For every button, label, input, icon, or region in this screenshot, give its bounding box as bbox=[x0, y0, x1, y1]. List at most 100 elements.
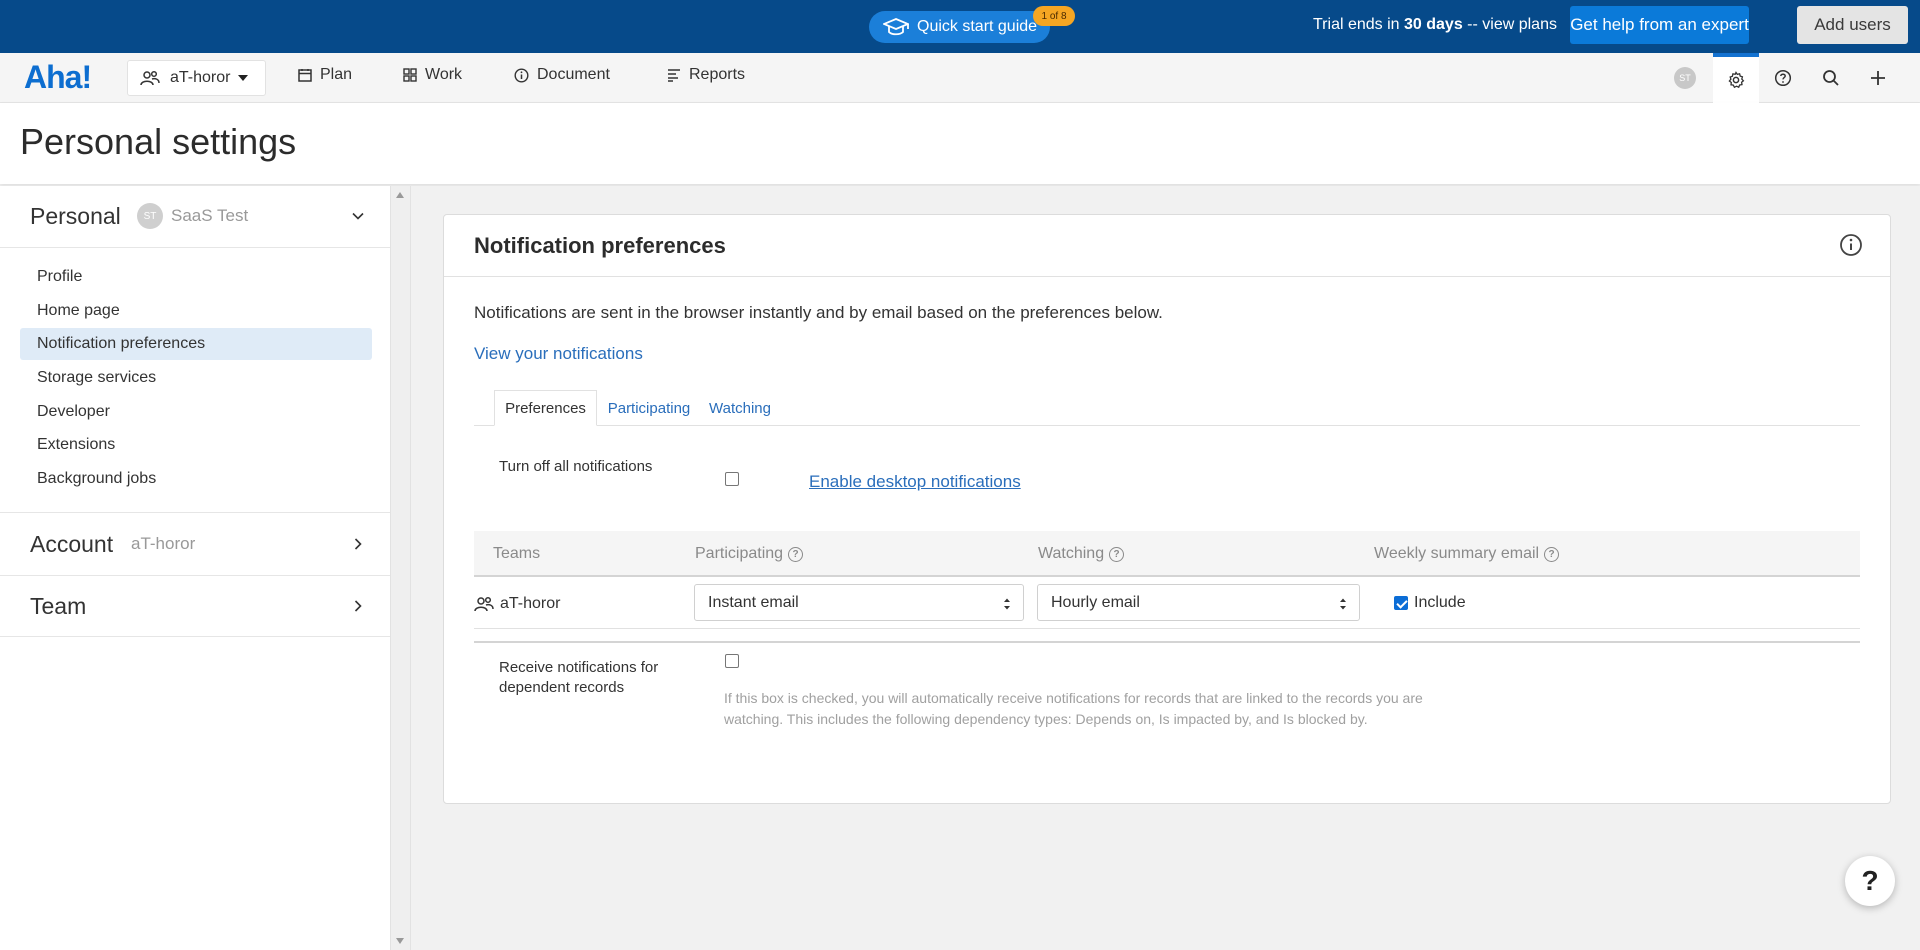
chevron-down-icon bbox=[238, 75, 249, 81]
nav-reports[interactable]: Reports bbox=[667, 66, 745, 84]
scroll-up-arrow-icon[interactable] bbox=[396, 192, 404, 198]
turn-off-notifications-checkbox[interactable] bbox=[725, 472, 739, 486]
question-circle-icon[interactable]: ? bbox=[1544, 546, 1560, 562]
divider bbox=[0, 512, 390, 513]
trial-suffix: -- view plans bbox=[1462, 16, 1557, 33]
trial-days: 30 days bbox=[1404, 16, 1463, 33]
column-header-teams: Teams bbox=[493, 545, 540, 563]
trial-notice[interactable]: Trial ends in 30 days -- view plans bbox=[1313, 16, 1557, 34]
nav-plan-label: Plan bbox=[320, 66, 353, 83]
sidebar-item-notification-preferences[interactable]: Notification preferences bbox=[20, 328, 372, 360]
sidebar-item-extensions[interactable]: Extensions bbox=[20, 429, 372, 461]
user-avatar[interactable]: ST bbox=[1674, 67, 1696, 89]
sidebar-item-home-page[interactable]: Home page bbox=[20, 295, 372, 327]
search-button[interactable] bbox=[1808, 53, 1854, 103]
aha-logo[interactable]: Aha! bbox=[24, 59, 92, 96]
quick-start-progress-badge: 1 of 8 bbox=[1033, 6, 1075, 26]
watching-select[interactable]: Hourly email bbox=[1037, 584, 1360, 621]
search-icon bbox=[1823, 70, 1839, 86]
column-header-participating-label: Participating bbox=[695, 545, 784, 562]
top-banner: Quick start guide 1 of 8 Trial ends in 3… bbox=[0, 0, 1920, 53]
column-header-participating: Participating? bbox=[695, 545, 804, 563]
workspace-selector[interactable]: aT-horor bbox=[127, 60, 266, 96]
table-header: Teams Participating? Watching? Weekly su… bbox=[474, 531, 1860, 577]
table-row: aT-horor Instant email Hourly email Incl… bbox=[474, 577, 1860, 629]
settings-button[interactable] bbox=[1713, 53, 1759, 103]
dependent-records-label: Receive notifications for dependent reco… bbox=[499, 659, 659, 696]
section-title-team: Team bbox=[30, 592, 87, 619]
scroll-down-arrow-icon[interactable] bbox=[396, 938, 404, 944]
dependent-records-help-text: If this box is checked, you will automat… bbox=[724, 690, 1423, 727]
column-header-weekly-summary-label: Weekly summary email bbox=[1374, 545, 1540, 562]
nav-plan[interactable]: Plan bbox=[298, 66, 352, 84]
workspace-name: aT-horor bbox=[170, 69, 231, 86]
nav-document[interactable]: Document bbox=[514, 66, 610, 84]
reports-icon bbox=[668, 69, 680, 82]
section-subtitle-personal: SaaS Test bbox=[171, 206, 249, 225]
column-header-weekly-summary: Weekly summary email? bbox=[1374, 545, 1560, 563]
settings-sidebar: Personal ST SaaS Test Profile Home page … bbox=[0, 186, 390, 950]
add-button[interactable] bbox=[1855, 53, 1901, 103]
dependent-records-checkbox[interactable] bbox=[725, 654, 739, 668]
section-subtitle-account: aT-horor bbox=[131, 534, 196, 553]
tab-preferences[interactable]: Preferences bbox=[494, 390, 597, 426]
add-users-button[interactable]: Add users bbox=[1797, 6, 1908, 44]
page-header: Personal settings bbox=[0, 103, 1920, 184]
watching-select-value: Hourly email bbox=[1051, 593, 1140, 611]
nav-work[interactable]: Work bbox=[403, 66, 462, 84]
nav-reports-label: Reports bbox=[689, 66, 746, 83]
question-circle-icon bbox=[1774, 69, 1792, 87]
preferences-tabs: Preferences Participating Watching bbox=[474, 390, 1860, 426]
column-header-watching-label: Watching bbox=[1038, 545, 1105, 562]
sidebar-section-team[interactable]: Team bbox=[0, 576, 390, 636]
nav-document-label: Document bbox=[537, 66, 610, 83]
trial-prefix: Trial ends in bbox=[1313, 16, 1404, 33]
divider bbox=[474, 641, 1860, 643]
weekly-summary-include-label: Include bbox=[1414, 594, 1466, 611]
sidebar-item-profile[interactable]: Profile bbox=[20, 261, 372, 293]
grid-icon bbox=[403, 68, 417, 82]
calendar-icon bbox=[298, 69, 312, 82]
notification-preferences-card: Notification preferences Notifications a… bbox=[443, 214, 1891, 804]
info-circle-icon bbox=[514, 67, 529, 83]
weekly-summary-include-checkbox[interactable] bbox=[1394, 596, 1408, 610]
column-header-watching: Watching? bbox=[1038, 545, 1125, 563]
column-header-teams-label: Teams bbox=[493, 545, 541, 562]
nav-work-label: Work bbox=[425, 66, 463, 83]
chevron-right-icon bbox=[354, 538, 362, 550]
select-arrows-icon bbox=[1340, 598, 1346, 610]
tab-watching[interactable]: Watching bbox=[700, 390, 780, 426]
question-circle-icon[interactable]: ? bbox=[788, 546, 804, 562]
question-circle-icon[interactable]: ? bbox=[1109, 546, 1125, 562]
avatar: ST bbox=[137, 203, 163, 229]
sidebar-item-storage-services[interactable]: Storage services bbox=[20, 362, 372, 394]
sidebar-scrollbar[interactable] bbox=[390, 186, 411, 950]
section-title-personal: Personal bbox=[30, 202, 121, 229]
sidebar-section-account[interactable]: Account aT-horor bbox=[0, 514, 390, 574]
select-arrows-icon bbox=[1004, 598, 1010, 610]
floating-help-button[interactable]: ? bbox=[1845, 856, 1895, 906]
quick-start-guide-button[interactable]: Quick start guide bbox=[869, 11, 1050, 43]
divider bbox=[444, 276, 1890, 277]
get-help-expert-button[interactable]: Get help from an expert bbox=[1570, 6, 1749, 44]
turn-off-notifications-label: Turn off all notifications bbox=[499, 458, 653, 475]
sidebar-section-personal[interactable]: Personal ST SaaS Test bbox=[0, 186, 390, 246]
enable-desktop-notifications-link[interactable]: Enable desktop notifications bbox=[809, 472, 1021, 492]
team-icon bbox=[140, 70, 160, 86]
chevron-down-icon bbox=[352, 212, 364, 220]
divider bbox=[0, 636, 390, 637]
main-navbar: Aha! aT-horor Plan Work Document Reports… bbox=[0, 53, 1920, 103]
tab-participating[interactable]: Participating bbox=[599, 390, 699, 426]
view-notifications-link[interactable]: View your notifications bbox=[474, 344, 643, 364]
sidebar-item-background-jobs[interactable]: Background jobs bbox=[20, 463, 372, 495]
sidebar-item-developer[interactable]: Developer bbox=[20, 396, 372, 428]
help-button[interactable] bbox=[1760, 53, 1806, 103]
team-cell: aT-horor bbox=[474, 595, 560, 613]
divider bbox=[0, 247, 390, 248]
participating-select-value: Instant email bbox=[708, 593, 799, 611]
page-title: Personal settings bbox=[20, 121, 297, 162]
info-icon[interactable] bbox=[1839, 233, 1863, 257]
participating-select[interactable]: Instant email bbox=[694, 584, 1024, 621]
chevron-right-icon bbox=[354, 600, 362, 612]
card-title: Notification preferences bbox=[474, 233, 726, 258]
